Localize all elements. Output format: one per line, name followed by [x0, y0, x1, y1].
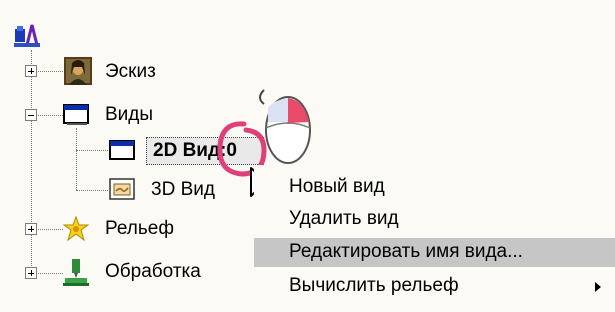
- view3d-icon: [109, 178, 135, 200]
- menu-item-compute-relief[interactable]: Вычислить рельеф: [254, 272, 615, 301]
- context-menu: Новый вид Удалить вид Редактировать имя …: [254, 165, 615, 312]
- tree-line: [31, 50, 32, 274]
- tree-line: [76, 128, 77, 190]
- tree-node-label: Виды: [105, 104, 154, 125]
- machining-icon: [63, 259, 89, 286]
- app-root: { "tree": { "root_icon": "model-root-ico…: [0, 0, 615, 312]
- window-icon: [109, 140, 135, 160]
- mona-lisa-icon: [64, 57, 92, 85]
- expand-machining-button[interactable]: [25, 267, 37, 279]
- tree-node-label: Рельеф: [105, 218, 174, 239]
- tree-line: [76, 150, 108, 151]
- menu-item-new-view[interactable]: Новый вид: [254, 173, 615, 202]
- submenu-arrow-icon: [595, 282, 601, 292]
- menu-item-rename-view[interactable]: Редактировать имя вида...: [254, 238, 615, 267]
- expand-esquisse-button[interactable]: [25, 65, 37, 77]
- tree-line: [76, 190, 108, 191]
- model-root-icon: [14, 24, 40, 47]
- star-flower-icon: [63, 216, 89, 242]
- collapse-views-button[interactable]: [25, 109, 37, 121]
- expand-relief-button[interactable]: [25, 223, 37, 235]
- menu-item-delete-view[interactable]: Удалить вид: [254, 205, 615, 234]
- window-icon: [63, 104, 89, 125]
- tree-node-label: 3D Вид: [151, 179, 215, 200]
- tree-node-label: Эскиз: [105, 61, 156, 82]
- tree-node-label: Обработка: [105, 261, 201, 282]
